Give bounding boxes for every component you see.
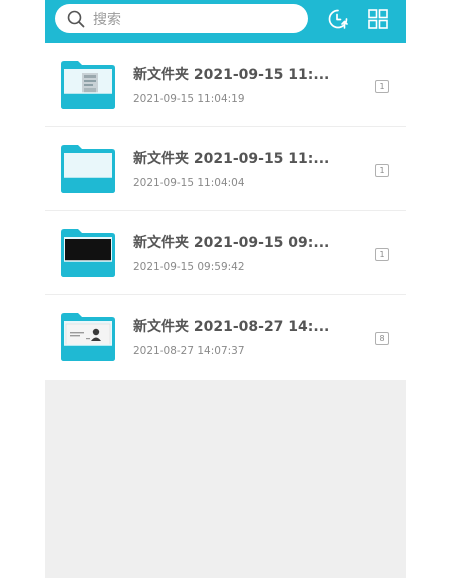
page-count-badge: 1 xyxy=(375,164,389,177)
app-screen: 搜索 新文件夹 2021-09-15 11:... 2021-09-15 11:… xyxy=(45,0,406,578)
folder-row[interactable]: 新文件夹 2021-08-27 14:... 2021-08-27 14:07:… xyxy=(45,295,406,380)
folder-title: 新文件夹 2021-09-15 09:... xyxy=(133,235,330,251)
folder-title: 新文件夹 2021-09-15 11:... xyxy=(133,67,330,83)
grid-view-icon[interactable] xyxy=(367,8,389,30)
clock-upload-icon[interactable] xyxy=(327,8,349,30)
folder-icon xyxy=(61,229,115,277)
folder-row[interactable]: 新文件夹 2021-09-15 09:... 2021-09-15 09:59:… xyxy=(45,211,406,295)
folder-title: 新文件夹 2021-09-15 11:... xyxy=(133,151,330,167)
search-input[interactable]: 搜索 xyxy=(55,4,308,33)
folder-icon xyxy=(61,313,115,361)
search-placeholder: 搜索 xyxy=(93,11,121,28)
folder-icon xyxy=(61,145,115,193)
folder-date: 2021-09-15 11:04:19 xyxy=(133,93,245,105)
folder-date: 2021-09-15 09:59:42 xyxy=(133,261,245,273)
folder-row[interactable]: 新文件夹 2021-09-15 11:... 2021-09-15 11:04:… xyxy=(45,127,406,211)
page-count-badge: 8 xyxy=(375,332,389,345)
page-count-badge: 1 xyxy=(375,248,389,261)
folder-date: 2021-09-15 11:04:04 xyxy=(133,177,245,189)
folder-list: 新文件夹 2021-09-15 11:... 2021-09-15 11:04:… xyxy=(45,43,406,380)
folder-row[interactable]: 新文件夹 2021-09-15 11:... 2021-09-15 11:04:… xyxy=(45,43,406,127)
folder-date: 2021-08-27 14:07:37 xyxy=(133,345,245,357)
page-count-badge: 1 xyxy=(375,80,389,93)
folder-title: 新文件夹 2021-08-27 14:... xyxy=(133,319,330,335)
top-bar: 搜索 xyxy=(45,0,406,43)
search-icon xyxy=(67,10,85,27)
folder-icon xyxy=(61,61,115,109)
